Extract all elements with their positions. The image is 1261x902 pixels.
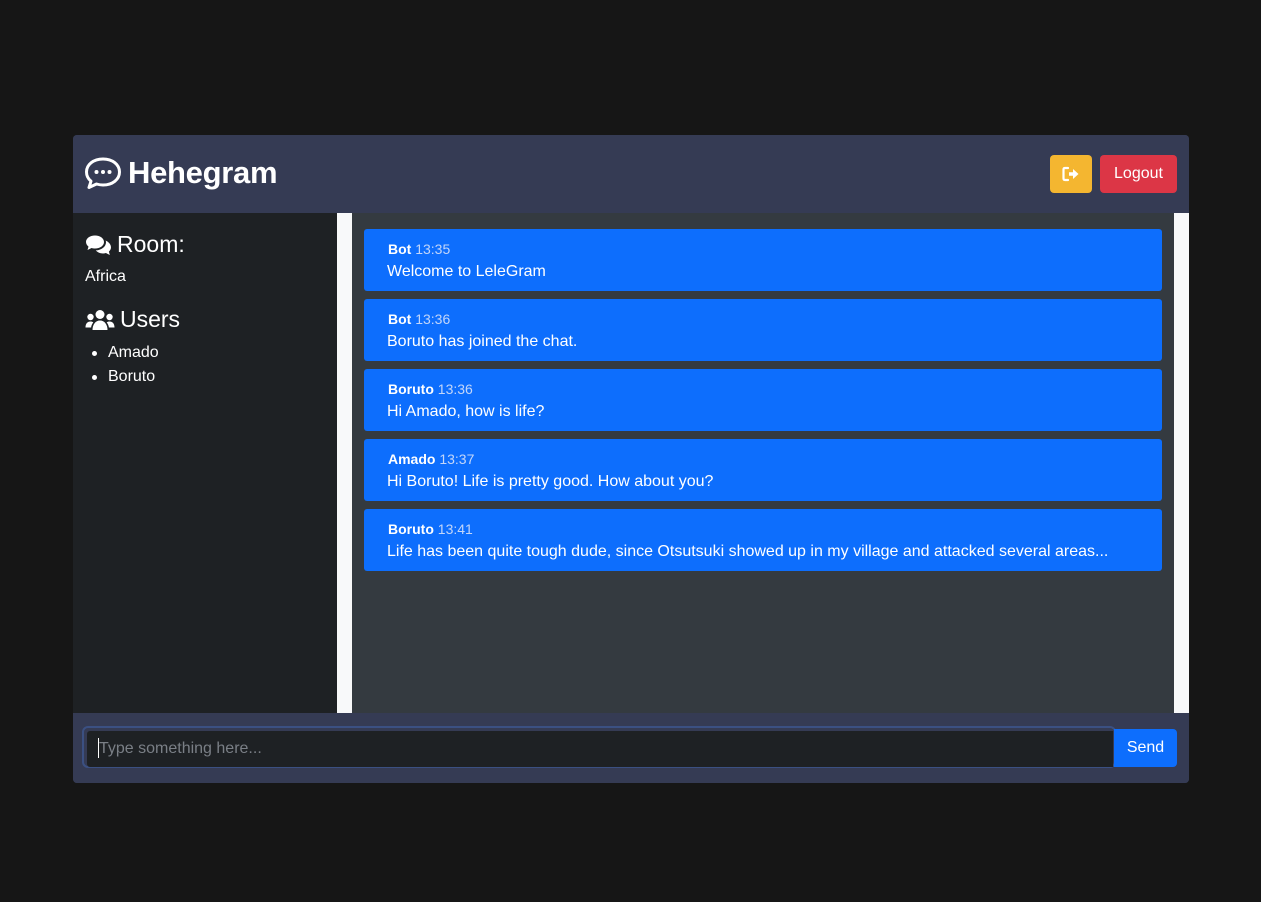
chat-message: Boruto 13:41 Life has been quite tough d… bbox=[364, 509, 1162, 571]
chat-frame: Bot 13:35 Welcome to LeleGram Bot 13:36 … bbox=[337, 213, 1189, 713]
message-time: 13:37 bbox=[439, 451, 475, 467]
message-meta: Bot 13:36 bbox=[388, 311, 450, 327]
logout-button[interactable]: Logout bbox=[1100, 155, 1177, 193]
message-text: Life has been quite tough dude, since Ot… bbox=[387, 543, 1109, 560]
message-input-wrapper bbox=[82, 726, 1116, 768]
room-heading-label: Room: bbox=[117, 231, 185, 257]
chat-message: Boruto 13:36 Hi Amado, how is life? bbox=[364, 369, 1162, 431]
send-button[interactable]: Send bbox=[1114, 729, 1177, 767]
message-meta: Bot 13:35 bbox=[388, 241, 450, 257]
message-meta: Boruto 13:36 bbox=[388, 381, 473, 397]
message-text: Boruto has joined the chat. bbox=[387, 333, 578, 350]
message-input[interactable] bbox=[87, 731, 1113, 767]
message-text: Hi Amado, how is life? bbox=[387, 403, 545, 420]
comments-icon bbox=[86, 235, 111, 255]
text-cursor bbox=[98, 738, 99, 758]
room-heading: Room: bbox=[85, 231, 185, 258]
chat-messages[interactable]: Bot 13:35 Welcome to LeleGram Bot 13:36 … bbox=[352, 213, 1174, 713]
users-heading-label: Users bbox=[120, 306, 181, 332]
chat-bubble-dots-icon bbox=[85, 157, 121, 189]
users-heading: Users bbox=[85, 306, 180, 333]
sidebar: Room: Africa Users Amado Boruto bbox=[73, 213, 337, 713]
users-list: Amado Boruto bbox=[92, 344, 159, 392]
brand: Hehegram bbox=[84, 153, 278, 193]
room-name: Africa bbox=[85, 268, 126, 285]
message-author: Bot bbox=[388, 311, 412, 327]
message-text: Welcome to LeleGram bbox=[387, 263, 546, 280]
message-composer: Send bbox=[73, 713, 1189, 783]
users-icon bbox=[85, 309, 115, 330]
message-time: 13:41 bbox=[437, 521, 473, 537]
user-list-item: Boruto bbox=[92, 368, 159, 392]
message-time: 13:36 bbox=[415, 311, 451, 327]
chat-message: Bot 13:36 Boruto has joined the chat. bbox=[364, 299, 1162, 361]
message-meta: Amado 13:37 bbox=[388, 451, 474, 467]
chat-message: Amado 13:37 Hi Boruto! Life is pretty go… bbox=[364, 439, 1162, 501]
chat-app-window: Hehegram Logout Room: Africa Users Amado… bbox=[73, 135, 1189, 783]
message-time: 13:36 bbox=[437, 381, 473, 397]
message-time: 13:35 bbox=[415, 241, 451, 257]
chat-message: Bot 13:35 Welcome to LeleGram bbox=[364, 229, 1162, 291]
sign-out-icon bbox=[1062, 166, 1079, 182]
app-header: Hehegram Logout bbox=[73, 135, 1189, 213]
app-title: Hehegram bbox=[128, 155, 278, 190]
exit-room-button[interactable] bbox=[1050, 155, 1092, 193]
message-author: Boruto bbox=[388, 381, 434, 397]
user-list-item: Amado bbox=[92, 344, 159, 368]
message-text: Hi Boruto! Life is pretty good. How abou… bbox=[387, 473, 714, 490]
message-author: Boruto bbox=[388, 521, 434, 537]
message-author: Bot bbox=[388, 241, 412, 257]
message-meta: Boruto 13:41 bbox=[388, 521, 473, 537]
message-author: Amado bbox=[388, 451, 436, 467]
